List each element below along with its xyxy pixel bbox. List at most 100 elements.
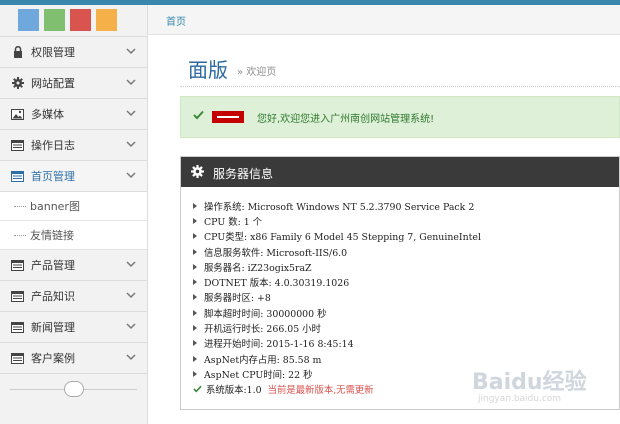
sidebar-item-label: 客户案例 [31,352,75,365]
sidebar-item-customer-cases[interactable]: 客户案例 [0,343,147,374]
list-item: AspNet内存占用: 85.58 m [193,351,481,366]
version-text: 系统版本:1.0 [206,385,262,397]
picture-icon [11,108,24,120]
list-icon [11,139,24,151]
bullet-arrow-icon [193,370,197,377]
bullet-arrow-icon [193,233,197,240]
sidebar-item-operation-log[interactable]: 操作日志 [0,130,147,161]
welcome-message: 您好,欢迎您进入广州南创网站管理系统! [257,114,435,125]
breadcrumb-home-link[interactable]: 首页 [166,13,186,28]
list-icon [11,170,24,182]
sidebar-item-site-config[interactable]: 网站配置 [0,68,147,99]
theme-swatches [0,5,147,37]
sidebar-item-product-management[interactable]: 产品管理 [0,250,147,281]
list-item: CPU 数: 1 个 [193,213,481,228]
version-row: 系统版本:1.0 当前是最新版本,无需更新 [193,382,481,397]
sidebar-item-product-knowledge[interactable]: 产品知识 [0,281,147,312]
info-text: 进程开始时间: 2015-1-16 8:45:14 [204,339,354,351]
sidebar-subitem-label: banner图 [30,200,80,213]
version-status: 当前是最新版本,无需更新 [267,385,374,397]
info-text: CPU类型: x86 Family 6 Model 45 Stepping 7,… [204,232,481,244]
check-icon [193,385,202,393]
chevron-down-icon [126,79,136,86]
list-item: 进程开始时间: 2015-1-16 8:45:14 [193,336,481,351]
sidebar-item-homepage-management[interactable]: 首页管理 [0,161,147,192]
list-item: 信息服务软件: Microsoft-IIS/6.0 [193,244,481,259]
list-icon [11,321,24,333]
welcome-alert: 您好,欢迎您进入广州南创网站管理系统! [180,96,620,138]
chevron-down-icon [126,172,136,179]
chevron-down-icon [126,354,136,361]
lock-icon [11,46,24,58]
page-header: 面版 » 欢迎页 [188,54,276,83]
baidu-watermark: Baidu经验 jingyan.baidu.com [472,364,587,404]
info-text: AspNet CPU时间: 22 秒 [204,369,313,381]
tree-connector [14,234,26,236]
sidebar: 权限管理 网站配置 多媒体 操作日志 首页管理 banner图 友情链接 产品管… [0,5,148,424]
info-text: 脚本超时时间: 30000000 秒 [204,308,327,320]
info-text: 信息服务软件: Microsoft-IIS/6.0 [204,247,348,259]
info-text: 服务器时区: +8 [204,293,271,305]
list-item: 开机运行时长: 266.05 小时 [193,320,481,335]
gear-icon [11,77,24,89]
info-text: 开机运行时长: 266.05 小时 [204,324,321,336]
redacted-username [212,111,244,123]
tree-connector [14,205,26,207]
page-subtitle: » 欢迎页 [237,67,277,78]
watermark-url: jingyan.baidu.com [478,394,562,404]
info-text: CPU 数: 1 个 [204,216,263,228]
theme-swatch-green[interactable] [44,9,65,31]
sidebar-item-label: 产品知识 [31,290,75,303]
sidebar-item-label: 产品管理 [31,259,75,272]
list-item: 操作系统: Microsoft Windows NT 5.2.3790 Serv… [193,198,481,213]
breadcrumb: 首页 [148,5,620,35]
sidebar-item-label: 首页管理 [31,170,75,183]
sidebar-item-multimedia[interactable]: 多媒体 [0,99,147,130]
sidebar-collapse-toggle[interactable] [64,381,84,397]
watermark-brand: Baidu经验 [472,370,587,395]
list-item: AspNet CPU时间: 22 秒 [193,366,481,381]
sidebar-subitem-friend-links[interactable]: 友情链接 [0,221,147,250]
theme-swatch-red[interactable] [70,9,91,31]
bullet-arrow-icon [193,294,197,301]
sidebar-item-label: 新闻管理 [31,321,75,334]
chevron-down-icon [126,323,136,330]
list-item: CPU类型: x86 Family 6 Model 45 Stepping 7,… [193,229,481,244]
bullet-arrow-icon [193,217,197,224]
info-text: 操作系统: Microsoft Windows NT 5.2.3790 Serv… [204,201,475,213]
chevron-down-icon [126,48,136,55]
bullet-arrow-icon [193,325,197,332]
bullet-arrow-icon [193,309,197,316]
gear-icon [191,165,204,178]
list-item: 服务器时区: +8 [193,290,481,305]
theme-swatch-blue[interactable] [18,9,39,31]
sidebar-subitem-banner[interactable]: banner图 [0,192,147,221]
server-info-list: 操作系统: Microsoft Windows NT 5.2.3790 Serv… [193,198,481,397]
sidebar-subitem-label: 友情链接 [30,229,74,242]
info-text: AspNet内存占用: 85.58 m [204,354,322,366]
sidebar-item-label: 操作日志 [31,139,75,152]
bullet-arrow-icon [193,279,197,286]
list-icon [11,259,24,271]
panel-header: 服务器信息 [181,157,619,187]
chevron-down-icon [126,261,136,268]
page-title: 面版 [188,58,228,82]
sidebar-item-news-management[interactable]: 新闻管理 [0,312,147,343]
bullet-arrow-icon [193,263,197,270]
divider [180,86,620,87]
bullet-arrow-icon [193,248,197,255]
panel-title: 服务器信息 [213,167,274,181]
chevron-down-icon [126,292,136,299]
list-icon [11,352,24,364]
sidebar-item-label: 多媒体 [31,108,64,121]
list-item: 脚本超时时间: 30000000 秒 [193,305,481,320]
sidebar-collapse-bar [0,381,147,397]
chevron-down-icon [126,141,136,148]
check-icon [193,110,204,120]
bullet-arrow-icon [193,202,197,209]
sidebar-item-permissions[interactable]: 权限管理 [0,37,147,68]
list-icon [11,290,24,302]
info-text: DOTNET 版本: 4.0.30319.1026 [204,278,350,290]
bullet-arrow-icon [193,340,197,347]
theme-swatch-orange[interactable] [96,9,117,31]
